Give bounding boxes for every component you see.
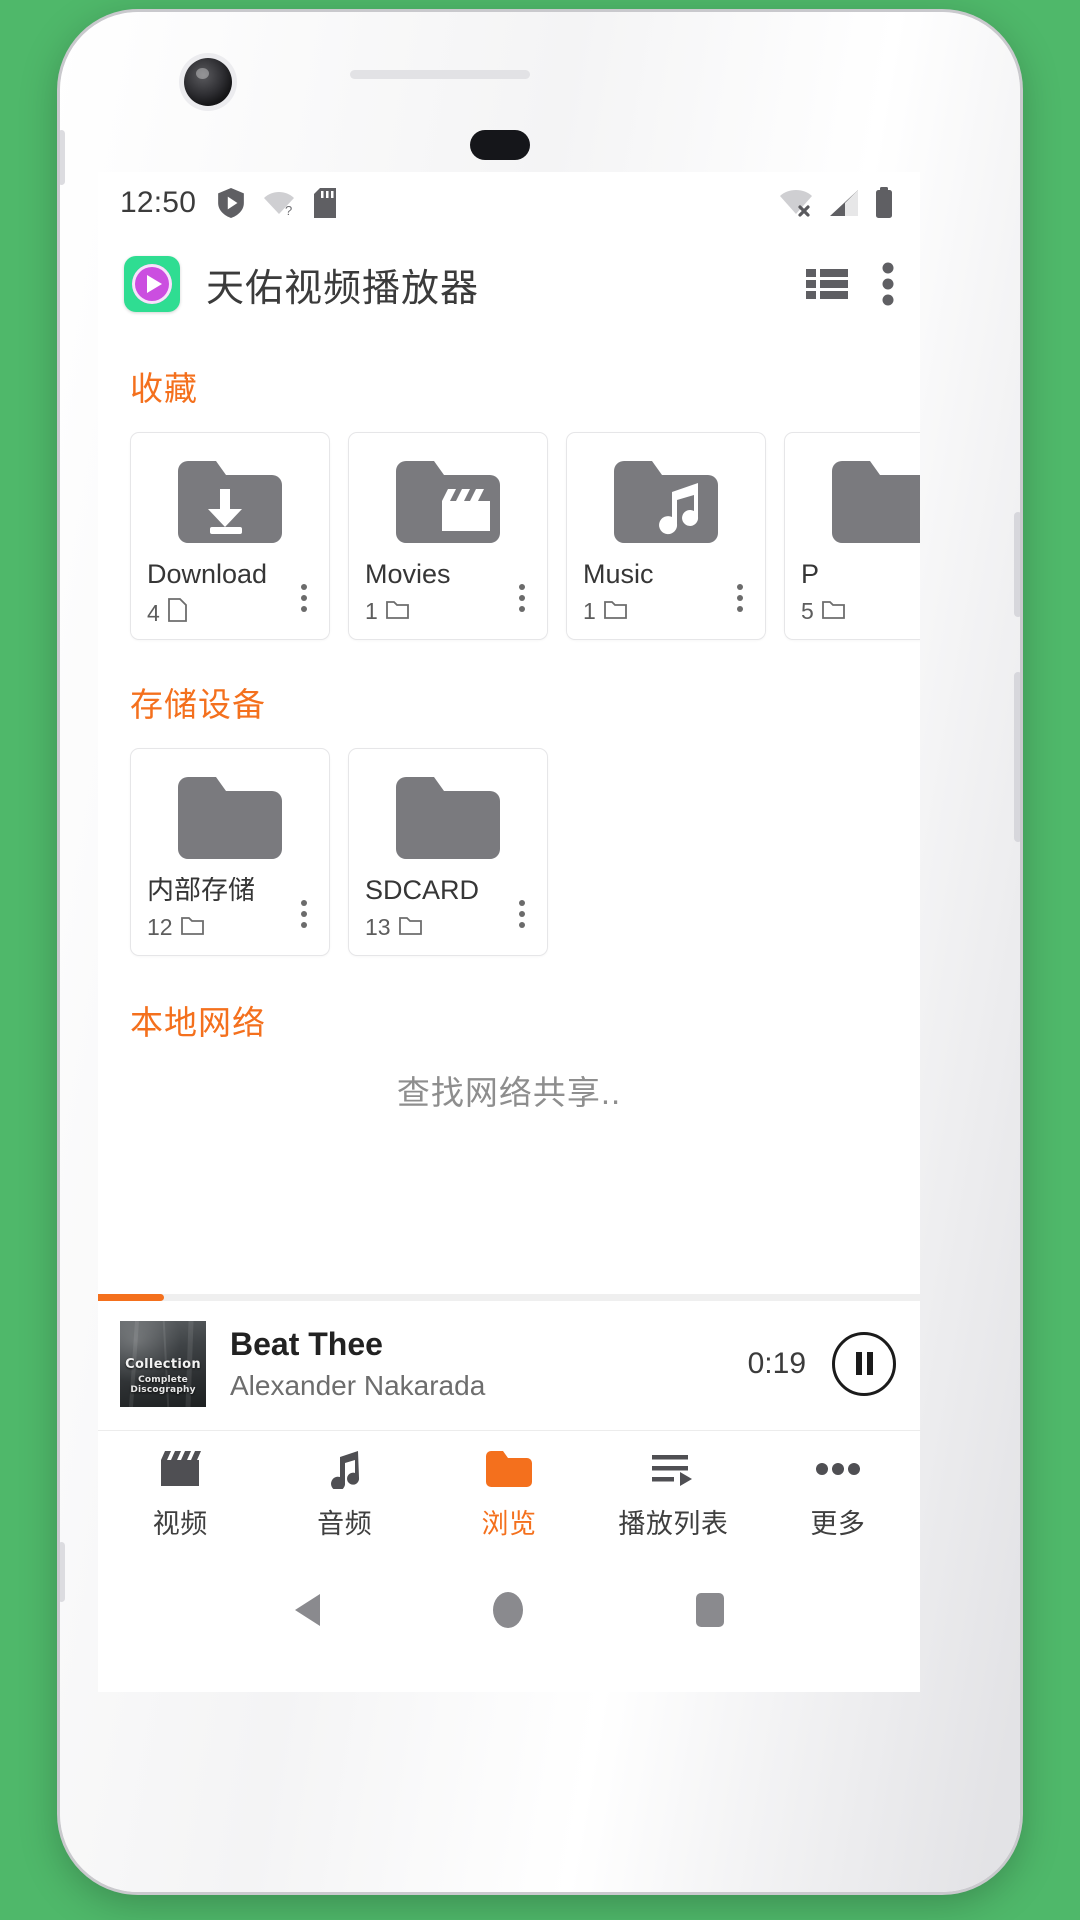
card-menu-button[interactable] — [509, 897, 535, 931]
nav-item-video[interactable]: 视频 — [98, 1448, 262, 1541]
overflow-menu-icon[interactable] — [882, 262, 894, 306]
power-button[interactable] — [1014, 512, 1020, 617]
track-title: Beat Thee — [230, 1325, 383, 1362]
sensor-housing — [470, 130, 530, 160]
storage-card-internal[interactable]: 内部存储 12 — [130, 748, 330, 956]
nav-label: 视频 — [152, 1509, 208, 1539]
favorites-card-row[interactable]: Download 4 Movies 1 Music 1 P 5 — [98, 410, 920, 640]
list-view-icon[interactable] — [806, 267, 848, 301]
favorite-card-download[interactable]: Download 4 — [130, 432, 330, 640]
favorite-card-movies[interactable]: Movies 1 — [348, 432, 548, 640]
card-label: P — [801, 561, 820, 588]
album-art: Collection Complete Discography — [120, 1320, 206, 1407]
favorite-card-music[interactable]: Music 1 — [566, 432, 766, 640]
folder-music-icon — [567, 433, 765, 561]
favorite-card-partial[interactable]: P 5 — [784, 432, 920, 640]
sdcard-icon — [314, 188, 337, 218]
file-icon — [167, 598, 187, 628]
svg-text:?: ? — [285, 203, 292, 217]
card-count: 1 — [583, 598, 596, 624]
nav-label: 播放列表 — [618, 1509, 729, 1539]
status-left-icons: ? — [218, 188, 337, 218]
bottom-navigation: 视频 音频 浏览 播放列表 更多 — [98, 1430, 920, 1558]
more-dots-icon — [815, 1448, 860, 1490]
phone-frame: 12:50 ? 天佑视频播放器 收藏 Download 4 Movies 1 M… — [60, 12, 1020, 1892]
folder-download-icon — [131, 433, 329, 561]
playback-progress-track[interactable] — [98, 1294, 920, 1301]
folder-icon — [349, 749, 547, 877]
status-bar: 12:50 ? — [98, 172, 920, 234]
back-triangle-icon[interactable] — [294, 1594, 320, 1626]
phone-screen: 12:50 ? 天佑视频播放器 收藏 Download 4 Movies 1 M… — [98, 172, 920, 1692]
folder-filled-icon — [486, 1448, 533, 1490]
card-count: 5 — [801, 598, 814, 624]
app-bar-actions — [806, 262, 894, 306]
nav-item-browse[interactable]: 浏览 — [427, 1448, 591, 1541]
wifi-off-icon — [778, 188, 814, 218]
nav-label: 更多 — [810, 1509, 866, 1539]
folder-icon — [131, 749, 329, 877]
home-circle-icon[interactable] — [492, 1592, 523, 1628]
app-bar: 天佑视频播放器 — [98, 234, 920, 334]
sim-tray — [60, 130, 65, 185]
card-count: 12 — [147, 914, 173, 940]
front-camera-icon — [184, 58, 232, 106]
now-playing-bar[interactable]: Collection Complete Discography Beat The… — [98, 1294, 920, 1430]
folder-movies-icon — [349, 433, 547, 561]
music-note-icon — [328, 1448, 362, 1490]
folder-icon — [180, 914, 204, 941]
section-title-network: 本地网络 — [130, 1004, 266, 1041]
track-artist: Alexander Nakarada — [230, 1369, 486, 1401]
folder-icon — [398, 914, 422, 941]
card-subtitle: 5 — [785, 588, 920, 625]
folder-icon — [821, 598, 845, 625]
card-menu-button[interactable] — [727, 581, 753, 615]
content-scroll-area[interactable]: 收藏 Download 4 Movies 1 Music 1 P 5 存储设备 … — [98, 334, 920, 1296]
section-title-storage: 存储设备 — [130, 686, 266, 723]
storage-card-row[interactable]: 内部存储 12 SDCARD 13 — [98, 726, 920, 956]
earpiece-speaker — [350, 70, 530, 79]
app-logo-icon — [124, 256, 180, 312]
frame-antenna-line — [60, 1542, 65, 1602]
page-title: 天佑视频播放器 — [206, 267, 480, 310]
now-playing-text: Beat Thee Alexander Nakarada — [230, 1325, 485, 1403]
folder-icon — [603, 598, 627, 625]
nav-item-more[interactable]: 更多 — [756, 1448, 920, 1541]
status-right-icons — [778, 187, 894, 219]
clapperboard-icon — [159, 1448, 202, 1490]
wifi-question-icon: ? — [262, 189, 296, 217]
section-title-favorites: 收藏 — [130, 370, 198, 407]
folder-icon — [785, 433, 920, 561]
folder-icon — [385, 598, 409, 625]
nav-item-audio[interactable]: 音频 — [262, 1448, 426, 1541]
nav-label: 音频 — [317, 1509, 373, 1539]
card-count: 13 — [365, 914, 391, 940]
playback-progress-fill — [98, 1294, 164, 1301]
volume-button[interactable] — [1014, 672, 1020, 842]
album-art-title: Collection — [125, 1356, 201, 1372]
recents-square-icon[interactable] — [695, 1593, 724, 1627]
nav-label: 浏览 — [481, 1509, 537, 1539]
battery-icon — [874, 187, 894, 219]
card-count: 4 — [147, 599, 160, 626]
nav-item-playlist[interactable]: 播放列表 — [591, 1448, 755, 1541]
signal-icon — [828, 188, 860, 218]
page-background: 12:50 ? 天佑视频播放器 收藏 Download 4 Movies 1 M… — [0, 0, 1080, 1920]
card-menu-button[interactable] — [291, 897, 317, 931]
shield-play-icon — [218, 188, 244, 218]
android-navigation-bar — [98, 1558, 920, 1662]
card-menu-button[interactable] — [291, 581, 317, 615]
playlist-icon — [652, 1448, 694, 1490]
network-search-status: 查找网络共享.. — [396, 1074, 622, 1111]
card-count: 1 — [365, 598, 378, 624]
card-menu-button[interactable] — [509, 581, 535, 615]
pause-icon[interactable] — [832, 1331, 896, 1396]
album-art-subtitle: Complete Discography — [130, 1374, 196, 1395]
storage-card-sdcard[interactable]: SDCARD 13 — [348, 748, 548, 956]
elapsed-time: 0:19 — [747, 1346, 806, 1380]
status-time: 12:50 — [120, 186, 197, 219]
